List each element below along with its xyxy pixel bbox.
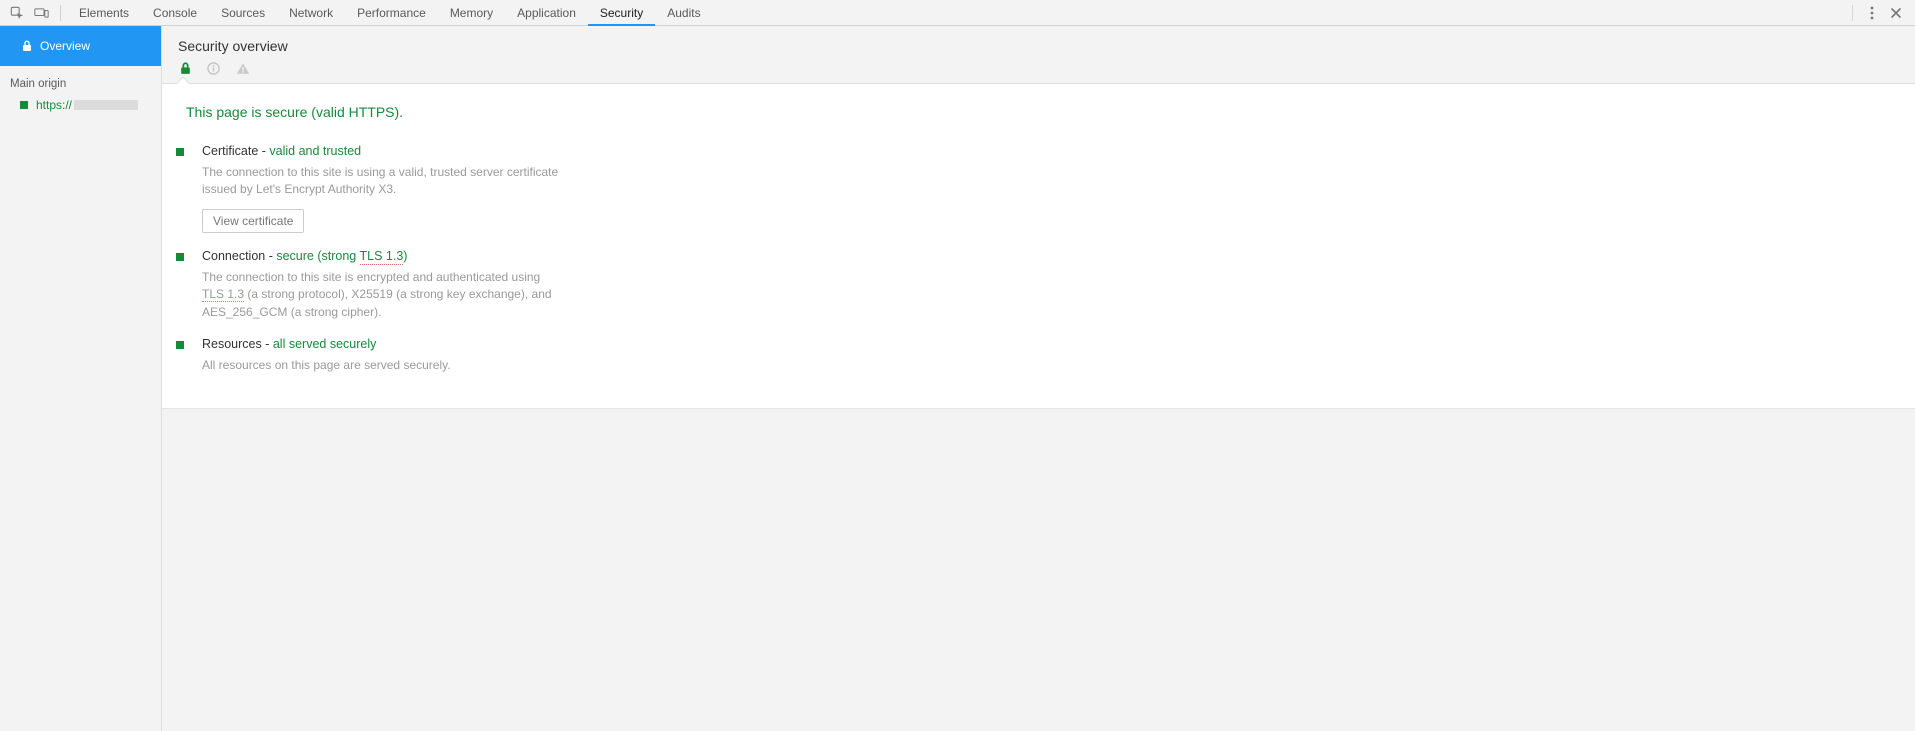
connection-status-pre: secure (strong: [276, 249, 359, 263]
secure-bullet-icon: [176, 341, 184, 349]
workspace: Overview Main origin https:// Security o…: [0, 26, 1915, 731]
origin-scheme: https://: [36, 98, 72, 112]
dash: -: [258, 144, 269, 158]
separator: [1852, 5, 1853, 21]
tab-sources[interactable]: Sources: [209, 0, 277, 26]
certificate-lead: Certificate: [202, 144, 258, 158]
secure-bullet-icon: [176, 253, 184, 261]
lock-secure-icon: [180, 62, 191, 75]
security-content: This page is secure (valid HTTPS). Certi…: [162, 84, 1915, 409]
security-main: Security overview This page is secure (v…: [162, 26, 1915, 731]
certificate-block: Certificate - valid and trusted The conn…: [162, 138, 782, 243]
tab-security[interactable]: Security: [588, 0, 655, 26]
resources-block: Resources - all served securely All reso…: [162, 331, 782, 384]
resources-lead: Resources: [202, 337, 262, 351]
dash: -: [262, 337, 273, 351]
sidebar-item-overview[interactable]: Overview: [0, 26, 161, 66]
connection-block: Connection - secure (strong TLS 1.3) The…: [162, 243, 782, 331]
security-headline: This page is secure (valid HTTPS).: [162, 100, 1915, 138]
separator: [60, 5, 61, 21]
view-certificate-button[interactable]: View certificate: [202, 209, 304, 233]
tab-performance[interactable]: Performance: [345, 0, 438, 26]
sidebar-overview-label: Overview: [40, 39, 90, 53]
origin-host-redacted: [74, 100, 138, 110]
secure-square-icon: [20, 101, 28, 109]
certificate-desc: The connection to this site is using a v…: [202, 164, 562, 199]
devtools-tab-bar: Elements Console Sources Network Perform…: [0, 0, 1915, 26]
connection-desc-pre: The connection to this site is encrypted…: [202, 270, 540, 284]
connection-title: Connection - secure (strong TLS 1.3): [202, 249, 770, 263]
info-icon: [207, 62, 220, 75]
sidebar-origin-item[interactable]: https://: [0, 96, 161, 114]
dash: -: [265, 249, 276, 263]
security-status-icons: [162, 62, 1915, 84]
tab-console[interactable]: Console: [141, 0, 209, 26]
warning-icon: [236, 62, 250, 75]
tab-audits[interactable]: Audits: [655, 0, 712, 26]
connection-lead: Connection: [202, 249, 265, 263]
secure-bullet-icon: [176, 148, 184, 156]
security-sidebar: Overview Main origin https://: [0, 26, 162, 731]
lock-icon: [22, 40, 32, 52]
certificate-status: valid and trusted: [269, 144, 361, 158]
resources-desc: All resources on this page are served se…: [202, 357, 562, 374]
page-title: Security overview: [162, 26, 1915, 62]
connection-status-post: ): [403, 249, 407, 263]
resources-status: all served securely: [273, 337, 377, 351]
connection-desc-tls: TLS 1.3: [202, 287, 244, 302]
device-toggle-icon[interactable]: [30, 2, 52, 24]
connection-status-tls: TLS 1.3: [360, 249, 404, 265]
connection-desc: The connection to this site is encrypted…: [202, 269, 562, 321]
connection-desc-post: (a strong protocol), X25519 (a strong ke…: [202, 287, 552, 318]
kebab-menu-icon[interactable]: [1861, 2, 1883, 24]
certificate-title: Certificate - valid and trusted: [202, 144, 770, 158]
tab-memory[interactable]: Memory: [438, 0, 505, 26]
sidebar-section-main-origin: Main origin: [0, 66, 161, 96]
close-icon[interactable]: [1885, 2, 1907, 24]
resources-title: Resources - all served securely: [202, 337, 770, 351]
inspect-icon[interactable]: [6, 2, 28, 24]
tab-elements[interactable]: Elements: [67, 0, 141, 26]
tab-network[interactable]: Network: [277, 0, 345, 26]
tab-application[interactable]: Application: [505, 0, 588, 26]
